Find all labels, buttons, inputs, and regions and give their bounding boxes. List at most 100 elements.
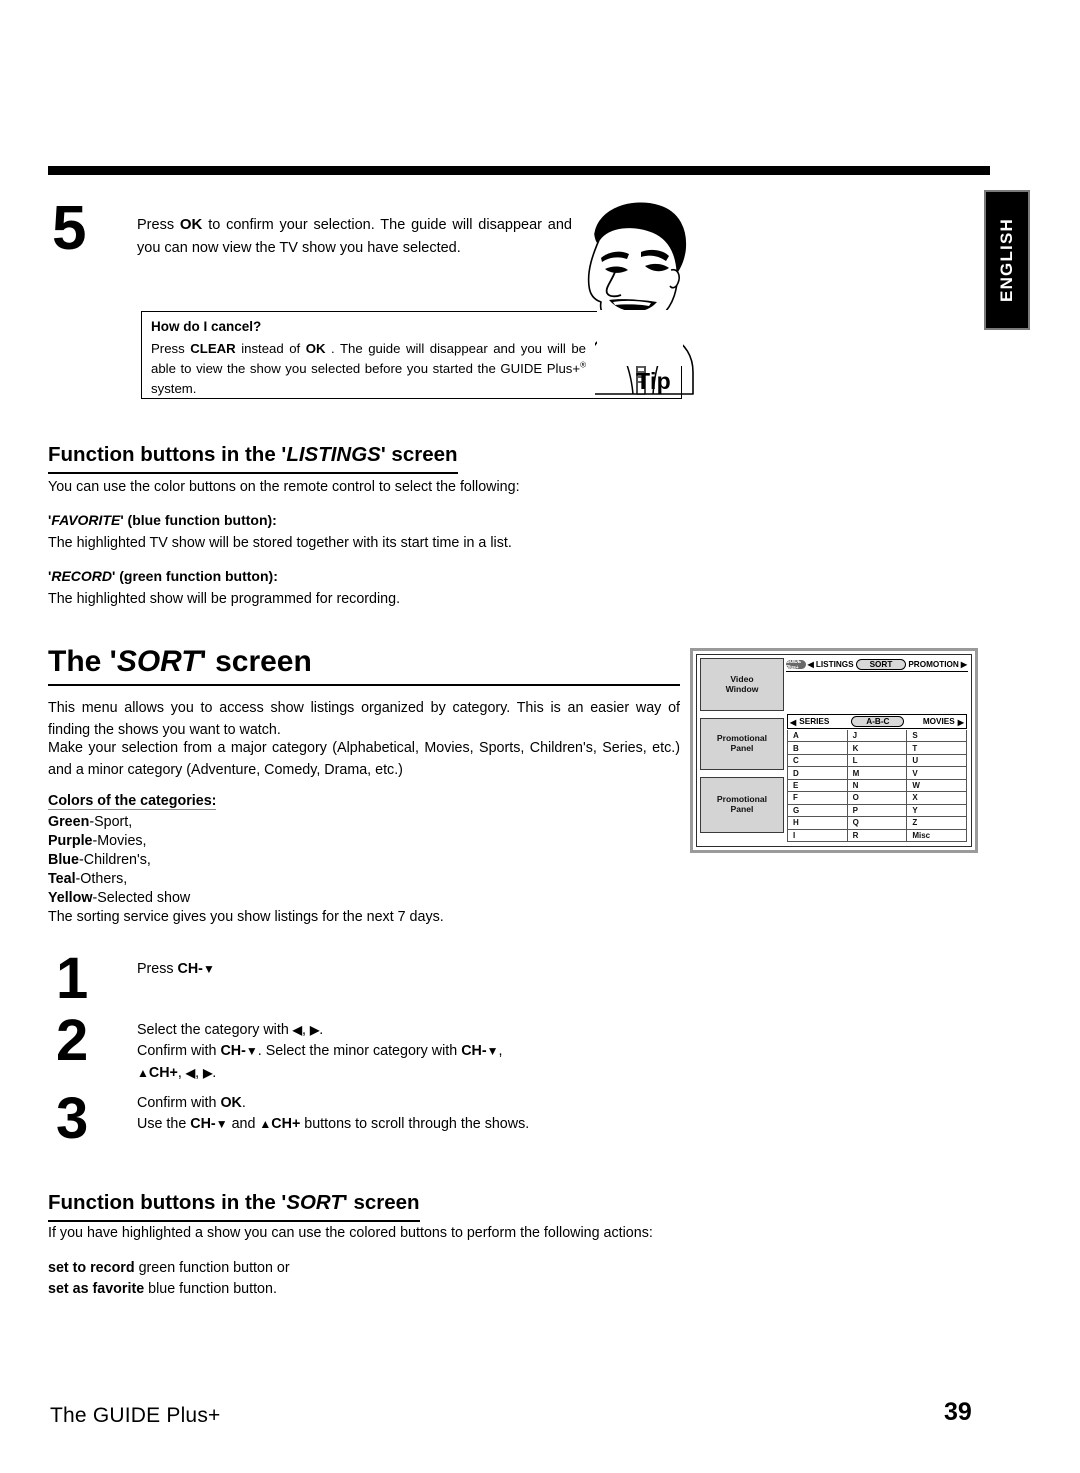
step-2-line-1: Select the category with ◀, ▶. — [137, 1020, 657, 1041]
action-rest: blue function button. — [148, 1281, 277, 1298]
step-2-end: . — [212, 1064, 217, 1081]
right-arrow-icon: ▶ — [309, 1023, 320, 1037]
color-name: Teal — [48, 871, 76, 887]
tip-box-content: How do I cancel? Press CLEAR instead of … — [142, 312, 595, 398]
action-bold: set as favorite — [48, 1281, 145, 1298]
step-3-period: . — [241, 1095, 246, 1111]
grid-cell[interactable]: S — [907, 730, 967, 743]
grid-cell[interactable]: D — [788, 767, 848, 780]
language-tab-label: ENGLISH — [997, 218, 1016, 302]
step-5-text: Press OK to confirm your selection. The … — [137, 214, 572, 259]
nav-right-caret-icon[interactable]: ▶ — [960, 660, 968, 669]
step-3-and: and — [231, 1116, 256, 1133]
key-ch-minus-2b-label: CH- — [461, 1043, 487, 1060]
color-value: -Children's, — [78, 852, 151, 868]
grid-cell[interactable]: O — [847, 792, 908, 805]
grid-cell[interactable]: X — [907, 792, 967, 805]
sort-paragraph-1: This menu allows you to access show list… — [48, 700, 680, 739]
key-ok-step3: OK — [220, 1095, 242, 1111]
grid-cell[interactable]: W — [907, 779, 967, 793]
category-right[interactable]: MOVIES ▶ — [907, 717, 966, 727]
sortbtn-heading-prefix: Function buttons in the ' — [48, 1191, 287, 1214]
tv-screen-inner: Video Window Promotional Panel Promotion… — [696, 654, 972, 847]
nav-left-caret-icon[interactable]: ◀ — [807, 660, 815, 669]
grid-cell[interactable]: M — [847, 767, 908, 780]
step-2-select: Select the category with — [137, 1022, 289, 1038]
sort-heading-prefix: The ' — [48, 645, 117, 678]
key-ch-minus-2a-label: CH- — [220, 1043, 246, 1060]
step-2-line-3: ▲CH+, ◀, ▶. — [137, 1063, 657, 1084]
action-item: set to record green function button or — [48, 1258, 686, 1279]
tab-listings[interactable]: LISTINGS — [815, 660, 855, 669]
step-2-comma: , — [498, 1043, 503, 1060]
key-ch-minus-2a: CH-▼ — [220, 1043, 257, 1059]
grid-cell[interactable]: Misc — [907, 829, 967, 842]
grid-cell[interactable]: N — [847, 779, 908, 793]
record-button-label: 'RECORD' (green function button): — [48, 568, 278, 584]
tip-label: Tip — [636, 368, 671, 394]
listings-heading-suffix: ' screen — [380, 443, 458, 466]
action-bold: set to record — [48, 1260, 135, 1276]
category-series-label[interactable]: SERIES — [799, 717, 829, 726]
up-arrow-icon: ▲ — [137, 1065, 149, 1080]
step-number-3: 3 — [56, 1086, 89, 1151]
step-5-press-label: Press — [137, 217, 175, 233]
tab-promotion[interactable]: PROMOTION — [907, 660, 960, 669]
step-number-1: 1 — [56, 946, 89, 1011]
sort-heading-italic: SORT — [116, 645, 200, 678]
action-item: set as favorite blue function button. — [48, 1279, 686, 1300]
key-ch-plus-label: CH+ — [148, 1064, 178, 1081]
grid-cell[interactable]: T — [907, 742, 967, 755]
down-arrow-icon: ▼ — [202, 962, 215, 976]
grid-cell[interactable]: B — [788, 742, 848, 755]
sort-buttons-intro: If you have highlighted a show you can u… — [48, 1225, 653, 1241]
tab-sort[interactable]: SORT — [855, 659, 907, 670]
language-tab: ENGLISH — [984, 190, 1030, 330]
category-right-caret-icon[interactable]: ▶ — [958, 717, 964, 727]
footer-title: The GUIDE Plus+ — [50, 1404, 221, 1427]
tip-question: How do I cancel? — [151, 319, 262, 334]
category-left[interactable]: ◀ SERIES — [788, 717, 849, 727]
step-3-use: Use the — [137, 1116, 187, 1133]
color-name: Yellow — [48, 890, 93, 906]
step-2-mid: . Select the minor category with — [257, 1043, 458, 1060]
promotional-panel-1: Promotional Panel — [700, 718, 784, 770]
grid-cell[interactable]: A — [788, 730, 848, 743]
grid-cell[interactable]: Z — [907, 817, 967, 830]
grid-cell[interactable]: G — [788, 804, 848, 818]
key-ok-tip: OK — [305, 341, 326, 356]
sortbtn-heading-suffix: ' screen — [342, 1191, 420, 1214]
category-selected-abc[interactable]: A-B-C — [851, 716, 905, 727]
sort-buttons-section-heading: Function buttons in the 'SORT' screen — [48, 1191, 420, 1222]
grid-cell[interactable]: V — [907, 767, 967, 780]
record-rest: ' (green function button): — [112, 568, 278, 584]
grid-cell[interactable]: E — [788, 779, 848, 793]
sort-screen-heading: The 'SORT' screen — [48, 645, 680, 686]
grid-cell[interactable]: H — [788, 817, 848, 830]
alphabet-grid: A J S B K T C L U D M V E N W F O X G P — [787, 730, 967, 842]
key-clear: CLEAR — [190, 341, 236, 356]
category-left-caret-icon[interactable]: ◀ — [790, 717, 796, 727]
tip-answer-instead: instead of — [241, 341, 301, 356]
grid-cell[interactable]: U — [907, 754, 967, 768]
grid-cell[interactable]: K — [847, 742, 908, 755]
record-description: The highlighted show will be programmed … — [48, 591, 401, 607]
left-arrow-icon: ◀ — [292, 1023, 303, 1037]
grid-cell[interactable]: R — [847, 829, 908, 842]
category-center: A-B-C — [849, 716, 908, 727]
grid-cell[interactable]: P — [847, 804, 908, 818]
key-ch-plus-3-label: CH+ — [271, 1116, 301, 1133]
registered-mark: ® — [580, 360, 586, 370]
grid-cell[interactable]: I — [788, 829, 848, 842]
tip-box: How do I cancel? Press CLEAR instead of … — [141, 310, 683, 399]
grid-cell[interactable]: L — [847, 754, 908, 768]
grid-cell[interactable]: J — [847, 730, 908, 743]
grid-cell[interactable]: C — [788, 754, 848, 768]
grid-cell[interactable]: Y — [907, 804, 967, 818]
page-number: 39 — [944, 1398, 972, 1426]
category-movies-label[interactable]: MOVIES — [923, 717, 955, 726]
grid-cell[interactable]: F — [788, 792, 848, 805]
key-ch-minus-3-label: CH- — [190, 1116, 216, 1133]
step-3-confirm: Confirm with — [137, 1095, 217, 1111]
grid-cell[interactable]: Q — [847, 817, 908, 830]
